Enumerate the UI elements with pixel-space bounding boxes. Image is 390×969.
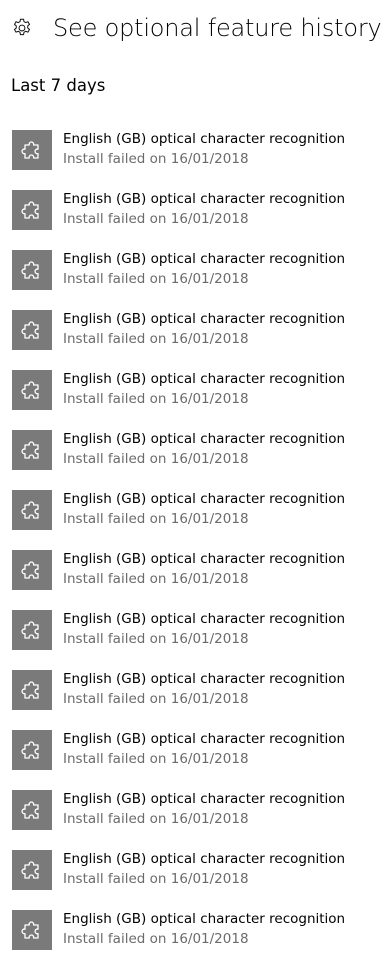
puzzle-piece-icon — [12, 310, 52, 350]
feature-name: English (GB) optical character recogniti… — [63, 611, 346, 627]
list-item-texts: English (GB) optical character recogniti… — [63, 489, 345, 529]
install-status: Install failed on 16/01/2018 — [63, 871, 249, 887]
install-status: Install failed on 16/01/2018 — [63, 751, 249, 767]
puzzle-piece-icon — [12, 790, 52, 830]
install-status: Install failed on 16/01/2018 — [63, 391, 249, 407]
list-item-texts: English (GB) optical character recogniti… — [63, 849, 345, 889]
puzzle-piece-icon — [12, 670, 52, 710]
feature-name: English (GB) optical character recogniti… — [63, 251, 346, 267]
list-item-texts: English (GB) optical character recogniti… — [63, 369, 345, 409]
feature-name: English (GB) optical character recogniti… — [63, 431, 346, 447]
puzzle-piece-icon — [12, 370, 52, 410]
feature-name: English (GB) optical character recogniti… — [63, 851, 346, 867]
feature-name: English (GB) optical character recogniti… — [63, 191, 346, 207]
puzzle-piece-icon — [12, 550, 52, 590]
list-item-texts: English (GB) optical character recogniti… — [63, 189, 345, 229]
list-item-texts: English (GB) optical character recogniti… — [63, 309, 345, 349]
list-item-texts: English (GB) optical character recogniti… — [63, 249, 345, 289]
install-status: Install failed on 16/01/2018 — [63, 331, 249, 347]
page-header: See optional feature history — [11, 8, 382, 48]
list-item: English (GB) optical character recogniti… — [12, 729, 382, 789]
install-status: Install failed on 16/01/2018 — [63, 211, 249, 227]
puzzle-piece-icon — [12, 490, 52, 530]
install-status: Install failed on 16/01/2018 — [63, 691, 249, 707]
list-item: English (GB) optical character recogniti… — [12, 249, 382, 309]
feature-name: English (GB) optical character recogniti… — [63, 371, 346, 387]
list-item-texts: English (GB) optical character recogniti… — [63, 549, 345, 589]
list-item-texts: English (GB) optical character recogniti… — [63, 429, 345, 469]
list-item: English (GB) optical character recogniti… — [12, 909, 382, 969]
list-item-texts: English (GB) optical character recogniti… — [63, 909, 345, 949]
feature-name: English (GB) optical character recogniti… — [63, 731, 346, 747]
install-status: Install failed on 16/01/2018 — [63, 511, 249, 527]
install-status: Install failed on 16/01/2018 — [63, 451, 249, 467]
list-item-texts: English (GB) optical character recogniti… — [63, 129, 345, 169]
feature-name: English (GB) optical character recogniti… — [63, 311, 346, 327]
list-item: English (GB) optical character recogniti… — [12, 609, 382, 669]
install-status: Install failed on 16/01/2018 — [63, 811, 249, 827]
section-title: Last 7 days — [11, 76, 106, 95]
puzzle-piece-icon — [12, 250, 52, 290]
list-item: English (GB) optical character recogniti… — [12, 669, 382, 729]
feature-name: English (GB) optical character recogniti… — [63, 911, 346, 927]
list-item-texts: English (GB) optical character recogniti… — [63, 669, 345, 709]
install-status: Install failed on 16/01/2018 — [63, 931, 249, 947]
list-item: English (GB) optical character recogniti… — [12, 369, 382, 429]
list-item: English (GB) optical character recogniti… — [12, 489, 382, 549]
page-title: See optional feature history — [53, 14, 382, 42]
list-item: English (GB) optical character recogniti… — [12, 189, 382, 249]
list-item-texts: English (GB) optical character recogniti… — [63, 789, 345, 829]
puzzle-piece-icon — [12, 430, 52, 470]
list-item: English (GB) optical character recogniti… — [12, 129, 382, 189]
feature-name: English (GB) optical character recogniti… — [63, 131, 346, 147]
list-item-texts: English (GB) optical character recogniti… — [63, 609, 345, 649]
gear-icon — [11, 17, 33, 39]
install-status: Install failed on 16/01/2018 — [63, 631, 249, 647]
puzzle-piece-icon — [12, 610, 52, 650]
list-item: English (GB) optical character recogniti… — [12, 549, 382, 609]
list-item: English (GB) optical character recogniti… — [12, 789, 382, 849]
install-status: Install failed on 16/01/2018 — [63, 571, 249, 587]
install-status: Install failed on 16/01/2018 — [63, 271, 249, 287]
feature-name: English (GB) optical character recogniti… — [63, 551, 346, 567]
feature-name: English (GB) optical character recogniti… — [63, 671, 346, 687]
feature-history-list: English (GB) optical character recogniti… — [12, 129, 382, 969]
puzzle-piece-icon — [12, 910, 52, 950]
list-item: English (GB) optical character recogniti… — [12, 429, 382, 489]
list-item: English (GB) optical character recogniti… — [12, 309, 382, 369]
puzzle-piece-icon — [12, 130, 52, 170]
list-item: English (GB) optical character recogniti… — [12, 849, 382, 909]
feature-name: English (GB) optical character recogniti… — [63, 791, 346, 807]
puzzle-piece-icon — [12, 190, 52, 230]
puzzle-piece-icon — [12, 730, 52, 770]
list-item-texts: English (GB) optical character recogniti… — [63, 729, 345, 769]
feature-name: English (GB) optical character recogniti… — [63, 491, 346, 507]
install-status: Install failed on 16/01/2018 — [63, 151, 249, 167]
puzzle-piece-icon — [12, 850, 52, 890]
